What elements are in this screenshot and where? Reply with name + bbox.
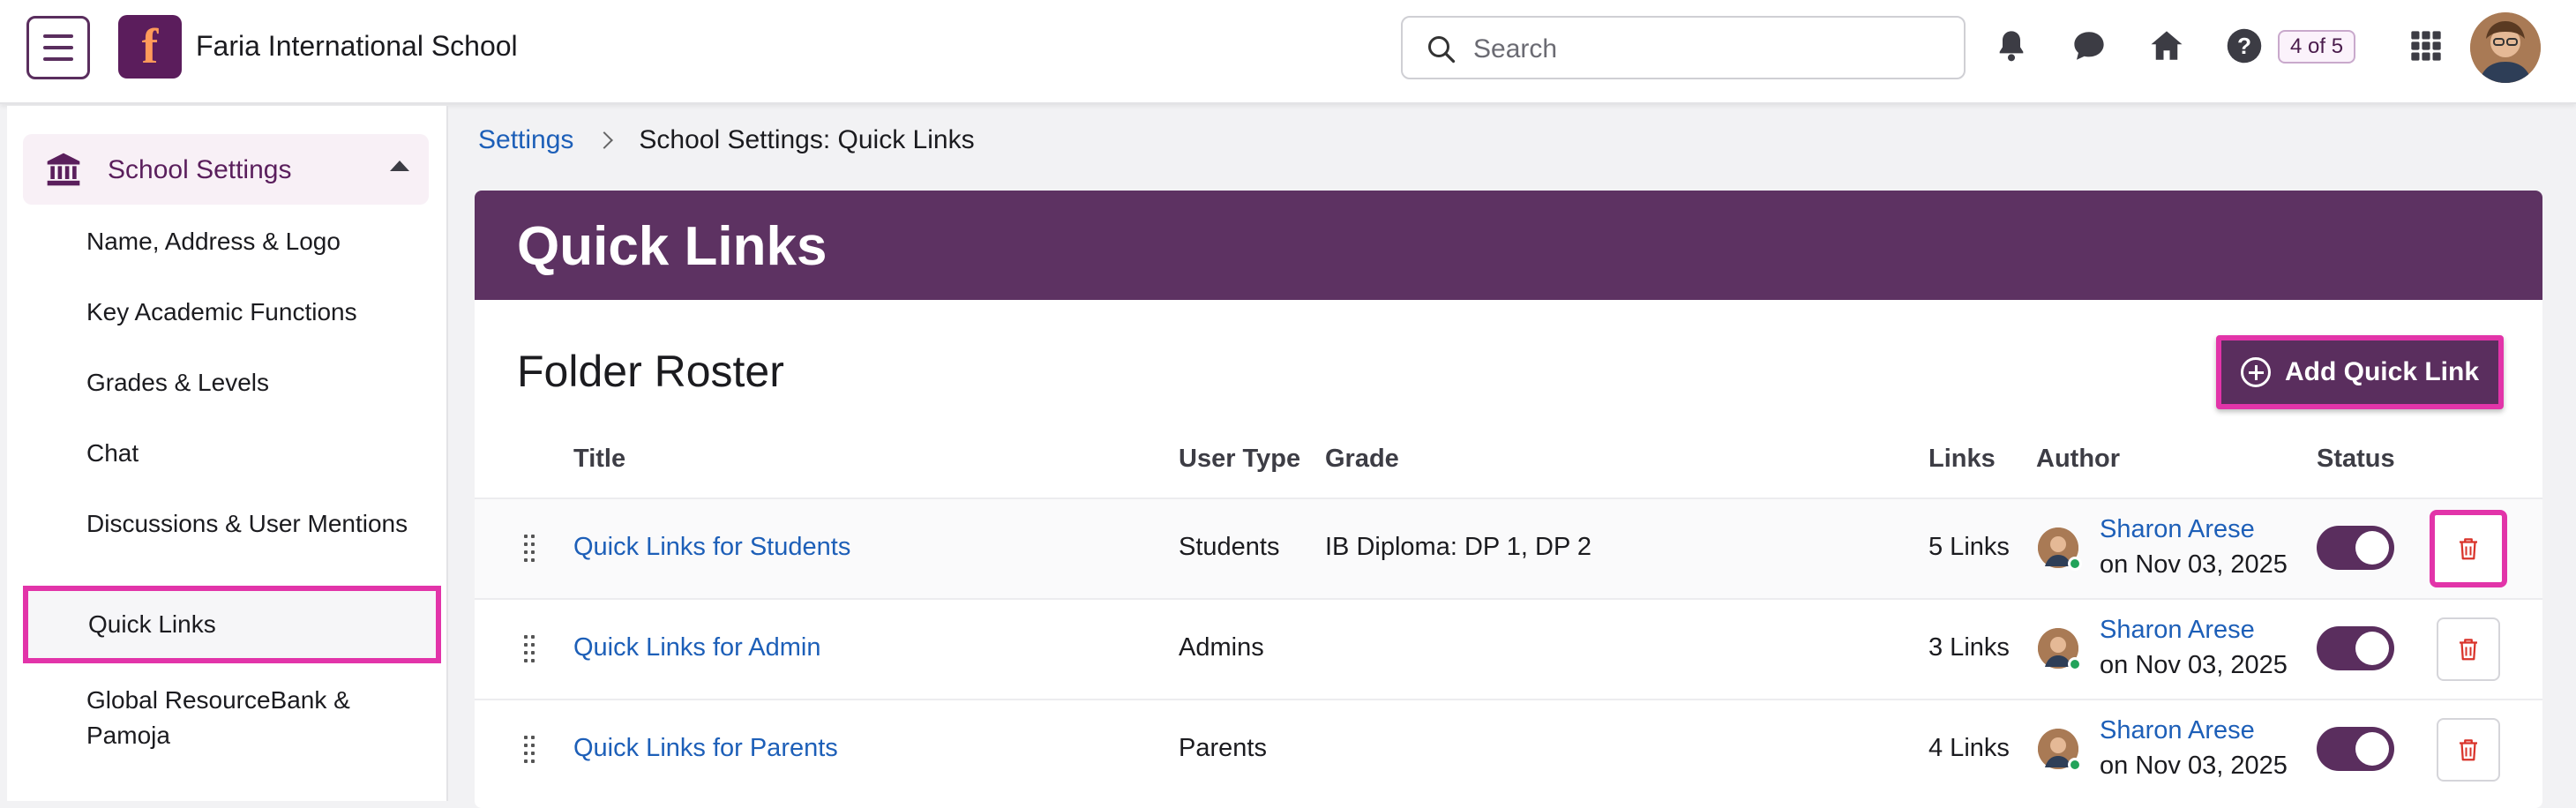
table-row: Quick Links for Students Students IB Dip… <box>475 498 2542 598</box>
page-header: Quick Links <box>475 191 2542 300</box>
help-icon[interactable]: ? <box>2223 25 2265 67</box>
delete-button[interactable] <box>2430 510 2507 587</box>
delete-button[interactable] <box>2437 718 2500 782</box>
row-title-link[interactable]: Quick Links for Parents <box>573 734 838 763</box>
breadcrumb-current: School Settings: Quick Links <box>639 125 975 154</box>
row-user-type: Students <box>1179 533 1280 561</box>
apps-grid-icon[interactable] <box>2405 25 2447 67</box>
row-links-count: 3 Links <box>1928 633 2010 662</box>
trash-icon <box>2460 639 2477 661</box>
section-title: Folder Roster <box>517 347 784 396</box>
delete-button[interactable] <box>2437 617 2500 681</box>
author-date: on Nov 03, 2025 <box>2100 752 2288 780</box>
column-header-user-type[interactable]: User Type <box>1179 445 1300 474</box>
search-icon <box>1428 36 1456 64</box>
sidebar: School Settings Name, Address & Logo Key… <box>7 106 448 801</box>
row-title-link[interactable]: Quick Links for Admin <box>573 633 820 662</box>
column-header-links[interactable]: Links <box>1928 445 1996 474</box>
status-toggle[interactable] <box>2317 727 2394 771</box>
institution-icon <box>47 153 80 186</box>
sidebar-group-school-settings[interactable]: School Settings <box>23 134 429 205</box>
bell-icon[interactable] <box>1990 25 2033 67</box>
author-name-link[interactable]: Sharon Arese <box>2100 716 2255 745</box>
user-avatar[interactable] <box>2470 12 2541 83</box>
menu-button[interactable] <box>26 16 90 79</box>
row-title-link[interactable]: Quick Links for Students <box>573 533 850 562</box>
plus-circle-icon <box>2240 357 2271 387</box>
table-row: Quick Links for Parents Parents 4 Links … <box>475 699 2542 799</box>
hamburger-icon <box>43 34 73 38</box>
author-avatar <box>2038 729 2082 772</box>
home-icon[interactable] <box>2145 25 2188 67</box>
sidebar-item-grades-levels[interactable]: Grades & Levels <box>86 365 422 400</box>
author-name-link[interactable]: Sharon Arese <box>2100 616 2255 645</box>
drag-handle-icon[interactable] <box>524 535 536 562</box>
trash-icon <box>2460 739 2477 761</box>
table-row: Quick Links for Admin Admins 3 Links Sha… <box>475 598 2542 699</box>
school-name: Faria International School <box>196 30 518 62</box>
chat-icon[interactable] <box>2068 25 2110 67</box>
column-header-grade[interactable]: Grade <box>1325 445 1399 474</box>
add-quick-link-button[interactable]: Add Quick Link <box>2216 335 2504 409</box>
sidebar-item-quick-links[interactable]: Quick Links <box>23 586 441 663</box>
svg-text:?: ? <box>2237 33 2251 59</box>
sidebar-item-global-resourcebank[interactable]: Global ResourceBank & Pamoja <box>86 683 422 753</box>
author-date: on Nov 03, 2025 <box>2100 651 2288 679</box>
drag-handle-icon[interactable] <box>524 635 536 662</box>
column-header-status[interactable]: Status <box>2317 445 2395 474</box>
sidebar-item-chat[interactable]: Chat <box>86 436 422 471</box>
pager-badge[interactable]: 4 of 5 <box>2278 30 2356 64</box>
sidebar-item-key-academic-functions[interactable]: Key Academic Functions <box>86 295 422 330</box>
status-toggle[interactable] <box>2317 526 2394 570</box>
online-status-icon <box>2068 758 2082 772</box>
school-logo[interactable]: f <box>118 15 182 79</box>
author-avatar <box>2038 527 2082 571</box>
row-user-type: Parents <box>1179 734 1267 762</box>
search-box[interactable] <box>1401 16 1966 79</box>
drag-handle-icon[interactable] <box>524 736 536 763</box>
author-date: on Nov 03, 2025 <box>2100 550 2288 579</box>
sidebar-item-name-address-logo[interactable]: Name, Address & Logo <box>86 224 422 259</box>
sidebar-item-discussions[interactable]: Discussions & User Mentions <box>86 506 422 542</box>
quick-links-panel: Quick Links Folder Roster Add Quick Link… <box>475 191 2542 808</box>
chevron-right-icon <box>595 131 614 149</box>
row-user-type: Admins <box>1179 633 1264 662</box>
column-header-author[interactable]: Author <box>2036 445 2120 474</box>
online-status-icon <box>2068 557 2082 571</box>
breadcrumb: Settings School Settings: Quick Links <box>478 125 975 155</box>
author-name-link[interactable]: Sharon Arese <box>2100 515 2255 544</box>
status-toggle[interactable] <box>2317 626 2394 670</box>
row-grade: IB Diploma: DP 1, DP 2 <box>1325 533 1591 561</box>
column-header-title[interactable]: Title <box>573 445 625 474</box>
trash-icon <box>2460 538 2477 560</box>
chevron-up-icon[interactable] <box>390 161 409 171</box>
sidebar-group-label: School Settings <box>108 155 292 184</box>
top-bar: f Faria International School ? 4 of 5 <box>0 0 2576 104</box>
page-title: Quick Links <box>517 216 827 277</box>
row-links-count: 5 Links <box>1928 533 2010 561</box>
search-input[interactable] <box>1473 30 1932 69</box>
row-links-count: 4 Links <box>1928 734 2010 762</box>
author-avatar <box>2038 628 2082 671</box>
breadcrumb-settings-link[interactable]: Settings <box>478 125 573 155</box>
online-status-icon <box>2068 657 2082 671</box>
